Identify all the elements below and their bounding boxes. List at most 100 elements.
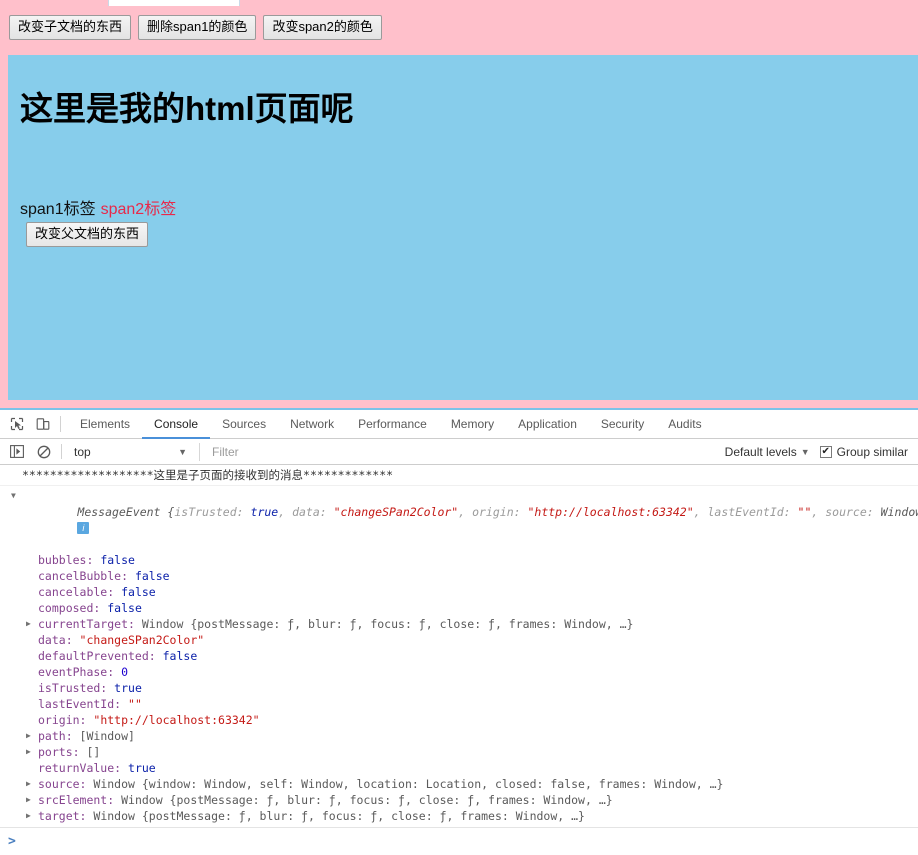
property-name: eventPhase:: [38, 665, 122, 679]
property-row-eventPhase: eventPhase: 0: [0, 664, 918, 680]
filter-divider-2: [199, 442, 200, 461]
property-row-cancelable: cancelable: false: [0, 584, 918, 600]
log-levels-dropdown[interactable]: Default levels ▼: [717, 445, 818, 459]
property-row-path[interactable]: ▶ path: [Window]: [0, 728, 918, 744]
group-similar-label: Group similar: [836, 444, 908, 459]
property-name: lastEventId:: [38, 697, 129, 711]
property-row-ports[interactable]: ▶ ports: []: [0, 744, 918, 760]
child-page-title: 这里是我的html页面呢: [20, 90, 354, 127]
tab-memory[interactable]: Memory: [439, 410, 506, 439]
property-row-bubbles: bubbles: false: [0, 552, 918, 568]
span2-label: span2标签: [100, 201, 177, 218]
child-span-row: span1标签 span2标签: [20, 200, 176, 220]
property-value: true: [128, 761, 156, 775]
console-filter-input[interactable]: [204, 441, 717, 462]
toolbar-divider: [60, 416, 61, 432]
property-name: cancelable:: [38, 585, 122, 599]
device-toolbar-icon[interactable]: [34, 415, 52, 433]
span1-label: span1标签: [20, 201, 96, 218]
message-event-property-list: bubbles: false cancelBubble: false cancela…: [0, 552, 918, 829]
summary-val-1: "changeSPan2Color": [333, 505, 459, 519]
tab-network[interactable]: Network: [278, 410, 346, 439]
tab-elements[interactable]: Elements: [68, 410, 142, 439]
property-row-srcElement[interactable]: ▶ srcElement: Window {postMessage: ƒ, blu…: [0, 792, 918, 808]
property-row-defaultPrevented: defaultPrevented: false: [0, 648, 918, 664]
property-name: ports:: [38, 745, 87, 759]
property-value: false: [134, 569, 170, 583]
property-value: false: [107, 601, 142, 615]
summary-key-1: , data:: [278, 505, 334, 519]
property-value: false: [100, 553, 135, 567]
property-name: returnValue:: [38, 761, 129, 775]
group-similar-checkbox[interactable]: ✔: [819, 445, 832, 458]
tab-audits[interactable]: Audits: [656, 410, 713, 439]
property-value: []: [86, 745, 101, 759]
property-name: currentTarget:: [38, 617, 142, 631]
child-iframe: 这里是我的html页面呢 span1标签 span2标签 改变父文档的东西: [8, 55, 918, 400]
execution-context-select[interactable]: top ▼: [68, 441, 195, 462]
parent-button-bar: 改变子文档的东西 删除span1的颜色 改变span2的颜色: [9, 15, 382, 40]
console-banner-message: *******************这里是子页面的接收到的消息********…: [0, 465, 918, 486]
property-name: srcElement:: [38, 793, 122, 807]
change-span2-color-button[interactable]: 改变span2的颜色: [263, 15, 382, 40]
tab-application[interactable]: Application: [506, 410, 589, 439]
info-badge-icon[interactable]: i: [77, 522, 90, 534]
summary-key-4: , source:: [811, 505, 881, 519]
console-filter-bar: top ▼ Default levels ▼ ✔ Group similar: [0, 439, 918, 465]
console-output[interactable]: *******************这里是子页面的接收到的消息********…: [0, 465, 918, 829]
property-row-isTrusted: isTrusted: true: [0, 680, 918, 696]
property-name: composed:: [38, 601, 108, 615]
group-similar-toggle[interactable]: ✔ Group similar: [818, 445, 918, 459]
property-row-cancelBubble: cancelBubble: false: [0, 568, 918, 584]
property-row-target[interactable]: ▶ target: Window {postMessage: ƒ, blur: ƒ…: [0, 808, 918, 824]
open-brace: {: [160, 505, 175, 519]
property-value: Window {postMessage: ƒ, blur: ƒ, focus: …: [141, 617, 634, 631]
console-message-event-group: ▼ MessageEvent {isTrusted: true, data: "c…: [0, 486, 918, 830]
remove-span1-color-button[interactable]: 删除span1的颜色: [138, 15, 257, 40]
property-name: origin:: [38, 713, 94, 727]
property-name: cancelBubble:: [38, 569, 135, 583]
property-name: data:: [38, 633, 80, 647]
property-value: [Window]: [79, 729, 135, 743]
property-row-data: data: "changeSPan2Color": [0, 632, 918, 648]
property-name: target:: [38, 809, 94, 823]
summary-key-3: , lastEventId:: [693, 505, 798, 519]
devtools-tabbar: Elements Console Sources Network Perform…: [0, 410, 918, 439]
property-name: defaultPrevented:: [38, 649, 163, 663]
change-parent-doc-button[interactable]: 改变父文档的东西: [26, 222, 149, 247]
property-value: Window {postMessage: ƒ, blur: ƒ, focus: …: [93, 809, 585, 823]
tab-security[interactable]: Security: [589, 410, 656, 439]
property-name: source:: [38, 777, 94, 791]
tab-sources[interactable]: Sources: [210, 410, 278, 439]
browser-tab-artifact: [108, 0, 240, 6]
property-value: "changeSPan2Color": [79, 633, 205, 647]
change-child-doc-button[interactable]: 改变子文档的东西: [9, 15, 132, 40]
property-row-lastEventId: lastEventId: "": [0, 696, 918, 712]
property-row-returnValue: returnValue: true: [0, 760, 918, 776]
property-value: 0: [121, 665, 129, 679]
property-row-currentTarget[interactable]: ▶ currentTarget: Window {postMessage: ƒ, …: [0, 616, 918, 632]
property-value: false: [162, 649, 198, 663]
summary-val-3: "": [797, 505, 812, 519]
message-event-header[interactable]: ▼ MessageEvent {isTrusted: true, data: "c…: [0, 488, 918, 552]
property-name: path:: [38, 729, 80, 743]
devtools-panel: Elements Console Sources Network Perform…: [0, 408, 918, 855]
property-value: "http://localhost:63342": [93, 713, 260, 727]
log-levels-label: Default levels: [724, 444, 797, 459]
property-value: false: [121, 585, 156, 599]
devtools-tool-icons: [0, 410, 58, 438]
summary-key-2: , origin:: [458, 505, 528, 519]
property-value: "": [128, 697, 142, 711]
clear-console-icon[interactable]: [35, 443, 53, 461]
console-sidebar-toggle-icon[interactable]: [8, 443, 26, 461]
execution-context-value: top: [74, 444, 91, 459]
devtools-tab-list: Elements Console Sources Network Perform…: [68, 410, 714, 439]
inspect-element-icon[interactable]: [8, 415, 26, 433]
tab-console[interactable]: Console: [142, 410, 211, 439]
console-prompt[interactable]: >: [0, 827, 918, 855]
message-event-type: MessageEvent: [77, 505, 161, 519]
property-row-source[interactable]: ▶ source: Window {window: Window, self: W…: [0, 776, 918, 792]
property-name: isTrusted:: [38, 681, 115, 695]
summary-key-0: isTrusted:: [174, 505, 251, 519]
tab-performance[interactable]: Performance: [346, 410, 439, 439]
